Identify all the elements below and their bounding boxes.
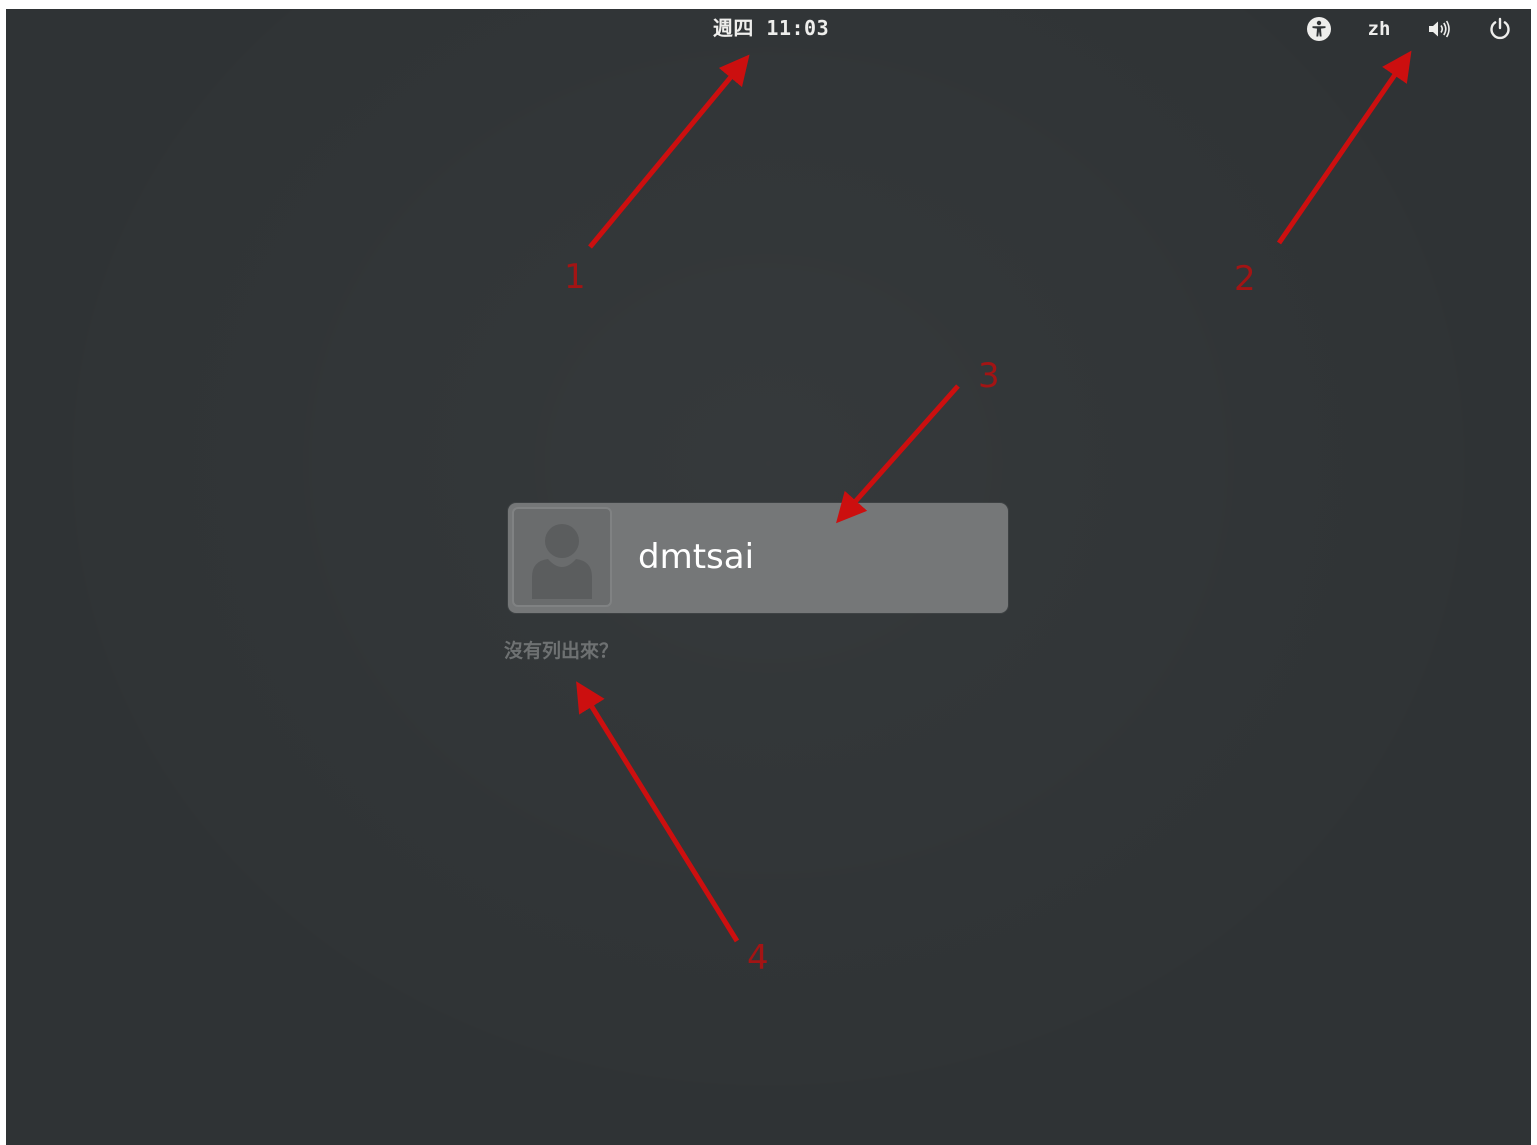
accessibility-menu-button[interactable] [1289,13,1349,45]
power-icon [1488,17,1512,41]
user-name: dmtsai [638,537,755,577]
user-list-item[interactable]: dmtsai [508,503,1008,613]
default-user-avatar-icon [512,507,612,607]
volume-icon [1427,19,1451,39]
clock-menu[interactable]: 週四 11:03 [701,15,841,41]
power-menu-button[interactable] [1469,13,1531,45]
keyboard-layout-button[interactable]: zh [1349,13,1409,45]
not-listed-link[interactable]: 沒有列出來？ [504,638,618,664]
accessibility-icon [1306,16,1332,42]
system-status-area: zh [1289,13,1531,45]
login-screen: 週四 11:03 zh dmtsai 沒有列出來？ [6,9,1531,1145]
volume-menu-button[interactable] [1409,13,1469,45]
